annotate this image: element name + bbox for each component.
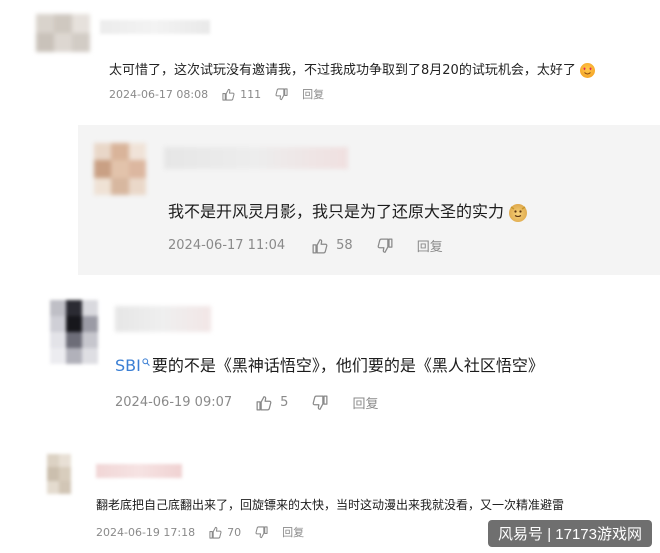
username-blurred[interactable] [96, 464, 182, 478]
reply-button[interactable]: 回复 [302, 86, 324, 102]
reply-button[interactable]: 回复 [282, 524, 304, 540]
timestamp: 2024-06-19 17:18 [96, 525, 196, 539]
username-blurred[interactable] [115, 306, 211, 332]
avatar[interactable] [36, 14, 90, 52]
comment-meta: 2024-06-19 09:07 5 回复 [115, 393, 378, 412]
watermark-badge: 风易号 | 17173游戏网 [488, 520, 652, 547]
like-count: 58 [336, 238, 353, 253]
reply-button[interactable]: 回复 [352, 393, 378, 412]
thumbs-down-icon[interactable] [377, 238, 393, 254]
thumbs-up-icon[interactable] [222, 88, 235, 101]
comment-text-content: 翻老底把自己底翻出来了，回旋镖来的太快，当时这动漫出来我就没看，又一次精准避雷 [96, 498, 565, 512]
comment-text: SBI 要的不是《黑神话悟空》，他们要的是《黑人社区悟空》 [115, 352, 544, 376]
like-count: 5 [280, 395, 289, 410]
comment-3: SBI 要的不是《黑神话悟空》，他们要的是《黑人社区悟空》 2024-06-19 … [0, 283, 660, 418]
avatar[interactable] [94, 143, 146, 195]
avatar[interactable] [50, 300, 98, 364]
comment-text-content: 太可惜了，这次试玩没有邀请我，不过我成功争取到了8月20的试玩机会，太好了 [109, 63, 576, 78]
like-count: 111 [240, 87, 262, 101]
thumbs-up-icon[interactable] [256, 395, 272, 411]
comment-meta: 2024-06-19 17:18 70 回复 [96, 524, 304, 540]
thumbs-down-icon[interactable] [312, 395, 328, 411]
comment-text-content: 我不是开风灵月影，我只是为了还原大圣的实力 [168, 202, 505, 221]
avatar[interactable] [47, 454, 71, 494]
heart-eyes-emoji [579, 63, 595, 78]
reply-button[interactable]: 回复 [417, 236, 443, 255]
comment-meta: 2024-06-17 11:04 58 回复 [168, 236, 443, 255]
comment-text: 翻老底把自己底翻出来了，回旋镖来的太快，当时这动漫出来我就没看，又一次精准避雷 [96, 496, 564, 513]
comment-2-reply: 我不是开风灵月影，我只是为了还原大圣的实力 2024-06-17 11:04 5… [78, 125, 660, 275]
timestamp: 2024-06-17 08:08 [109, 87, 209, 101]
timestamp: 2024-06-17 11:04 [168, 238, 286, 253]
username-blurred[interactable] [164, 147, 348, 169]
thumbs-up-icon[interactable] [209, 526, 222, 539]
username-blurred[interactable] [100, 20, 210, 34]
comment-text: 我不是开风灵月影，我只是为了还原大圣的实力 [168, 198, 528, 222]
thumbs-up-icon[interactable] [312, 238, 328, 254]
comment-text-content: 要的不是《黑神话悟空》，他们要的是《黑人社区悟空》 [151, 356, 544, 375]
comment-1: 太可惜了，这次试玩没有邀请我，不过我成功争取到了8月20的试玩机会，太好了 20… [0, 0, 660, 118]
comment-meta: 2024-06-17 08:08 111 回复 [109, 86, 324, 102]
like-count: 70 [227, 525, 242, 539]
monkey-emoji [509, 203, 528, 222]
comment-text: 太可惜了，这次试玩没有邀请我，不过我成功争取到了8月20的试玩机会，太好了 [109, 59, 595, 78]
search-icon [142, 352, 150, 371]
sbi-link-tag[interactable]: SBI [115, 356, 141, 375]
timestamp: 2024-06-19 09:07 [115, 395, 233, 410]
thumbs-down-icon[interactable] [275, 87, 288, 101]
thumbs-down-icon[interactable] [255, 525, 268, 539]
